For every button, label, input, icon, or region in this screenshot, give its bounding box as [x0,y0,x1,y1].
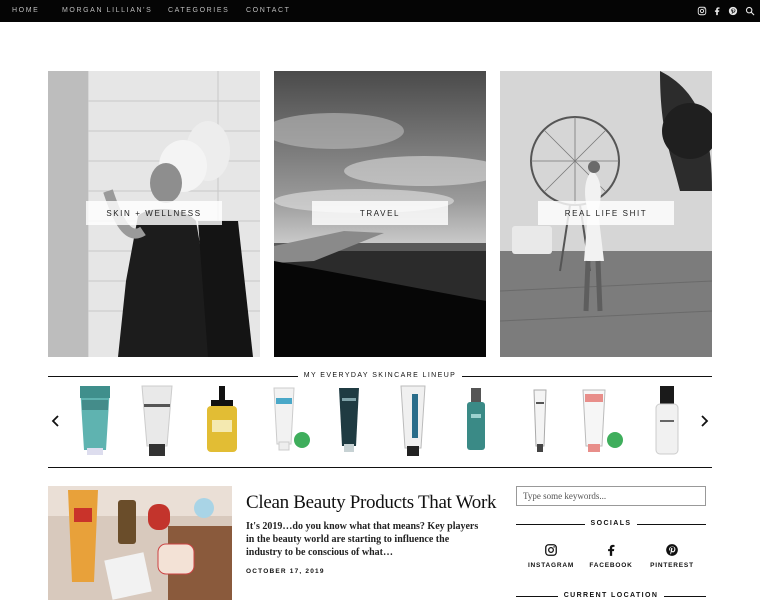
product-slim-white-tube[interactable] [517,384,563,456]
clean-beauty-photo [48,486,232,600]
social-label: PINTEREST [650,562,694,569]
nav-item-home[interactable]: HOME [12,7,39,14]
social-label: INSTAGRAM [527,562,575,569]
pinterest-icon [666,544,678,556]
category-label: TRAVEL [312,201,448,225]
pinterest-icon[interactable] [727,5,739,17]
product-yellow-pump-bottle[interactable] [199,384,245,456]
product-teal-serum-bottle[interactable] [453,384,499,456]
category-label: SKIN + WELLNESS [86,201,222,225]
top-nav-bar: HOME MORGAN LILLIAN'S CATEGORIES CONTACT [0,0,760,22]
post-date: OCTOBER 17, 2019 [246,568,325,575]
product-the-ordinary-tube[interactable] [134,384,180,456]
socials-heading: SOCIALS [516,520,706,527]
category-tile-travel[interactable]: TRAVEL [274,71,486,357]
current-location-heading: CURRENT LOCATION [516,592,706,599]
product-dark-teal-tube[interactable] [326,384,372,456]
lineup-bottom-divider [48,467,712,468]
instagram-icon [545,544,557,556]
category-tile-skin-wellness[interactable]: SKIN + WELLNESS [48,71,260,357]
chevron-right-icon[interactable] [697,413,711,429]
chevron-left-icon[interactable] [49,413,63,429]
social-link-facebook[interactable]: FACEBOOK [581,543,641,569]
product-basis-cleanser[interactable] [72,384,118,456]
post-title[interactable]: Clean Beauty Products That Work [246,492,497,514]
product-white-tube-green-badge[interactable] [264,384,310,456]
product-dermalogica-tube[interactable] [390,384,436,456]
post-thumbnail[interactable] [48,486,232,600]
nav-item-contact[interactable]: CONTACT [246,7,291,14]
social-link-instagram[interactable]: INSTAGRAM [521,543,581,569]
product-white-serum-bottle[interactable] [644,384,690,456]
post-excerpt: It's 2019…do you know what that means? K… [246,521,479,558]
facebook-icon [608,544,615,556]
instagram-icon[interactable] [696,5,708,17]
facebook-icon[interactable] [711,5,723,17]
category-label: REAL LIFE SHIT [538,201,674,225]
social-link-pinterest[interactable]: PINTEREST [642,543,702,569]
nav-item-categories[interactable]: CATEGORIES [168,7,229,14]
search-icon[interactable] [744,5,756,17]
category-tile-real-life[interactable]: REAL LIFE SHIT [500,71,712,357]
nav-item-morgan-lillians[interactable]: MORGAN LILLIAN'S [62,7,152,14]
lineup-title: MY EVERYDAY SKINCARE LINEUP [48,372,712,379]
search-input[interactable] [516,486,706,506]
social-label: FACEBOOK [589,562,633,569]
product-pink-tube-green-badge[interactable] [577,384,623,456]
